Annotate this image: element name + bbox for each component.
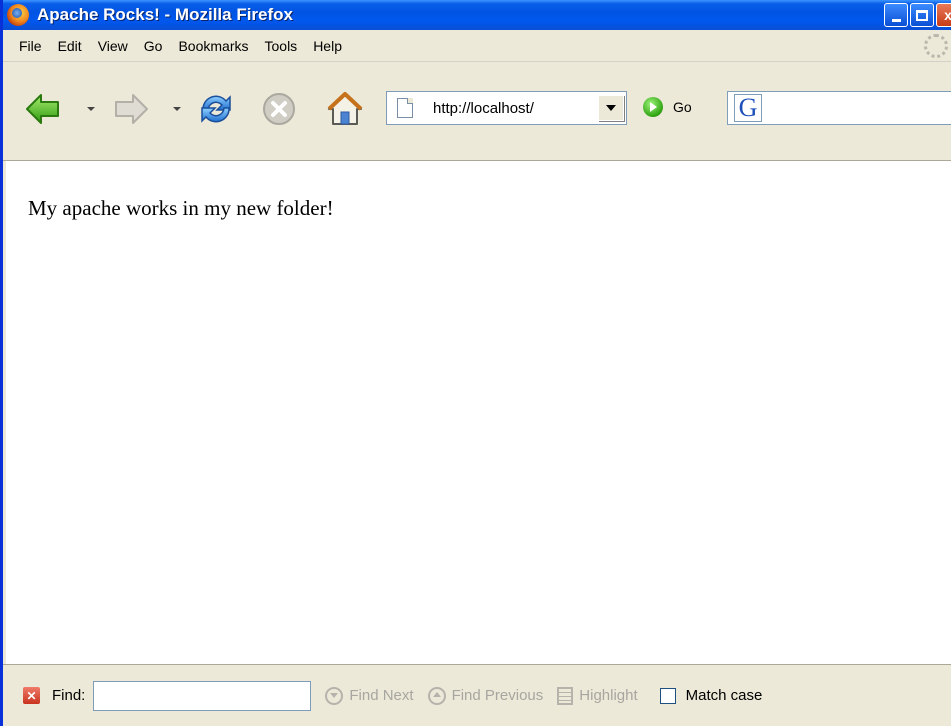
go-button[interactable]: Go <box>643 97 692 117</box>
find-input[interactable] <box>93 680 312 711</box>
minimize-icon <box>891 18 901 22</box>
url-input[interactable]: http://localhost/ <box>433 100 534 117</box>
match-case-toggle[interactable]: Match case <box>659 687 763 704</box>
find-label: Find: <box>52 687 86 704</box>
search-bar[interactable]: G <box>727 91 951 125</box>
find-previous-button[interactable]: Find Previous <box>427 686 544 705</box>
page-content: My apache works in my new folder! <box>6 161 951 664</box>
menu-bookmarks[interactable]: Bookmarks <box>170 34 256 58</box>
home-icon <box>327 92 363 125</box>
find-previous-label: Find Previous <box>451 687 544 704</box>
find-bar: ✕ Find: Find Next Find Previous Highligh… <box>3 664 951 726</box>
close-button[interactable]: x <box>936 3 951 27</box>
reload-icon <box>201 95 231 123</box>
search-engine-google-icon[interactable]: G <box>734 93 762 122</box>
reload-button[interactable] <box>195 88 237 130</box>
menu-bar: File Edit View Go Bookmarks Tools Help <box>3 30 951 62</box>
highlight-button[interactable]: Highlight <box>557 686 638 705</box>
find-next-label: Find Next <box>349 687 414 704</box>
navigation-toolbar: http://localhost/ Go G <box>3 63 951 161</box>
page-body-text: My apache works in my new folder! <box>28 196 334 220</box>
page-icon <box>397 98 413 118</box>
home-button[interactable] <box>325 89 365 129</box>
stop-icon <box>263 93 295 125</box>
menu-view[interactable]: View <box>90 34 136 58</box>
back-history-dropdown[interactable] <box>87 107 95 111</box>
url-history-dropdown[interactable] <box>598 95 624 121</box>
findbar-close-icon[interactable]: ✕ <box>23 687 40 704</box>
find-next-button[interactable]: Find Next <box>325 686 414 705</box>
stop-button[interactable] <box>261 91 297 127</box>
menu-tools[interactable]: Tools <box>257 34 306 58</box>
back-icon <box>26 94 59 124</box>
window-controls: x <box>884 3 951 27</box>
highlight-icon <box>557 686 574 705</box>
firefox-window: Apache Rocks! - Mozilla Firefox x File E… <box>0 0 951 726</box>
minimize-button[interactable] <box>884 3 908 27</box>
url-bar[interactable]: http://localhost/ <box>386 91 627 125</box>
go-label: Go <box>673 99 692 115</box>
back-button[interactable] <box>23 89 63 129</box>
forward-icon <box>115 94 148 124</box>
throbber-icon <box>924 34 948 58</box>
window-title: Apache Rocks! - Mozilla Firefox <box>37 5 293 24</box>
menu-help[interactable]: Help <box>305 34 350 58</box>
find-previous-icon <box>427 686 446 705</box>
maximize-button[interactable] <box>910 3 934 27</box>
menu-edit[interactable]: Edit <box>50 34 90 58</box>
title-bar[interactable]: Apache Rocks! - Mozilla Firefox x <box>3 0 951 30</box>
go-icon <box>643 97 663 117</box>
highlight-label: Highlight <box>579 687 638 704</box>
find-next-icon <box>325 686 344 705</box>
menu-file[interactable]: File <box>11 34 50 58</box>
menu-go[interactable]: Go <box>136 34 171 58</box>
maximize-icon <box>916 9 928 21</box>
close-icon: x <box>944 7 951 23</box>
chevron-down-icon <box>606 105 616 111</box>
match-case-checkbox[interactable] <box>659 687 676 704</box>
firefox-logo-icon <box>7 4 29 26</box>
forward-button[interactable] <box>111 89 151 129</box>
match-case-label: Match case <box>685 687 763 704</box>
forward-history-dropdown[interactable] <box>173 107 181 111</box>
